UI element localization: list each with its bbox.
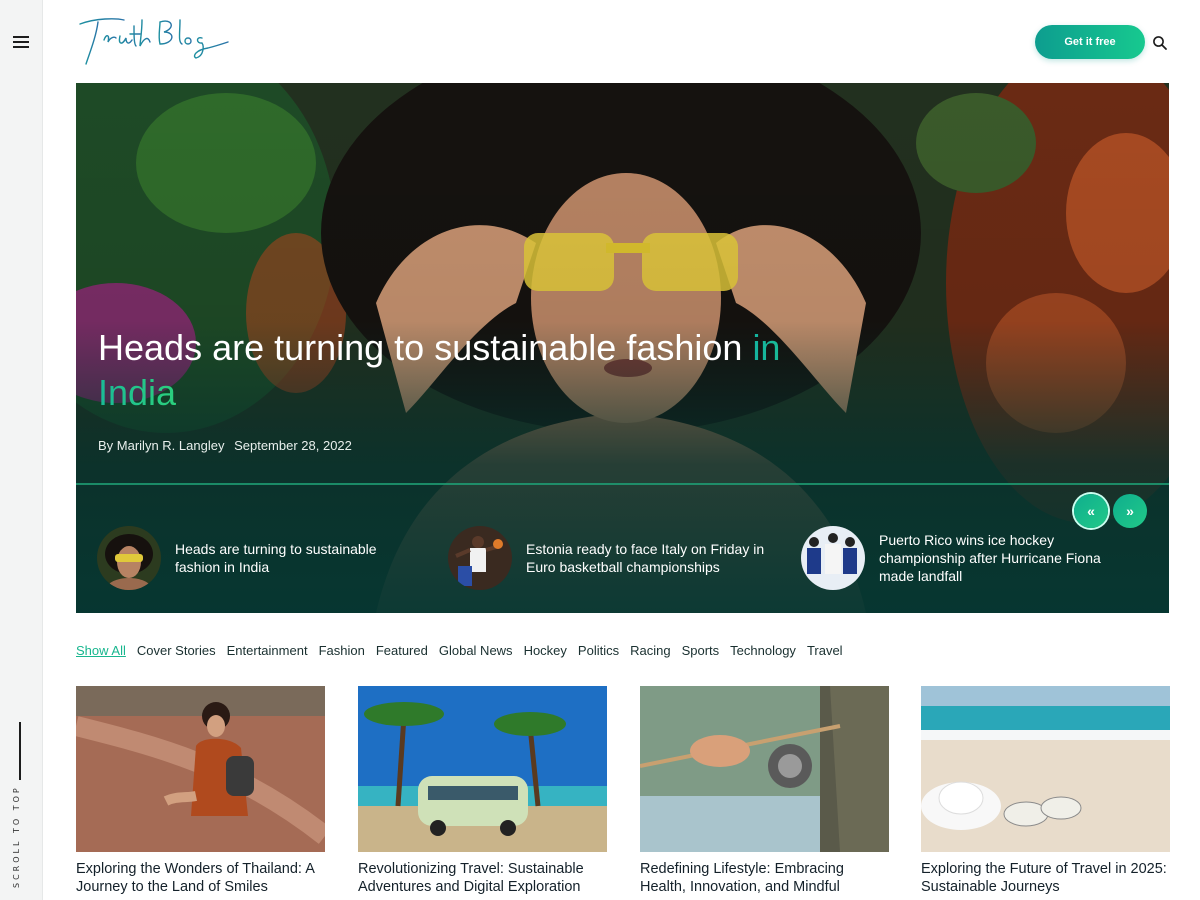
slide-title: Estonia ready to face Italy on Friday in… bbox=[526, 541, 765, 575]
scroll-line bbox=[19, 722, 21, 780]
category-link[interactable]: Racing bbox=[630, 643, 670, 658]
hero-title-main: Heads are turning to sustainable fashion bbox=[98, 327, 743, 368]
slide-title: Heads are turning to sustainable fashion… bbox=[175, 541, 377, 575]
article-image bbox=[921, 686, 1170, 852]
slide-thumbnail bbox=[448, 526, 512, 590]
category-link[interactable]: Global News bbox=[439, 643, 513, 658]
article-image bbox=[76, 686, 325, 852]
double-chevron-right-icon[interactable]: » bbox=[1113, 494, 1147, 528]
article-title[interactable]: Redefining Lifestyle: Embracing Health, … bbox=[640, 860, 889, 896]
category-link[interactable]: Hockey bbox=[524, 643, 567, 658]
slide-item[interactable]: Heads are turning to sustainable fashion… bbox=[97, 526, 405, 590]
article-image bbox=[640, 686, 889, 852]
article-title[interactable]: Exploring the Wonders of Thailand: A Jou… bbox=[76, 860, 325, 896]
hero-date: September 28, 2022 bbox=[234, 438, 352, 453]
slide-item[interactable]: Estonia ready to face Italy on Friday in… bbox=[448, 526, 786, 590]
hero-author[interactable]: By Marilyn R. Langley bbox=[98, 438, 224, 453]
article-card[interactable]: Redefining Lifestyle: Embracing Health, … bbox=[640, 686, 889, 896]
hero-title[interactable]: Heads are turning to sustainable fashion… bbox=[98, 325, 798, 415]
article-card[interactable]: Revolutionizing Travel: Sustainable Adve… bbox=[358, 686, 607, 896]
category-link[interactable]: Politics bbox=[578, 643, 619, 658]
category-link[interactable]: Fashion bbox=[319, 643, 365, 658]
category-link[interactable]: Entertainment bbox=[227, 643, 308, 658]
left-rail: SCROLL TO TOP bbox=[0, 0, 43, 900]
site-logo[interactable] bbox=[76, 12, 236, 72]
scroll-to-top-link[interactable]: SCROLL TO TOP bbox=[12, 785, 21, 888]
article-title[interactable]: Exploring the Future of Travel in 2025: … bbox=[921, 860, 1170, 896]
hero-divider bbox=[76, 483, 1169, 485]
category-filter: Show All Cover Stories Entertainment Fashio… bbox=[76, 643, 854, 658]
slide-thumbnail bbox=[97, 526, 161, 590]
logo-script bbox=[79, 18, 229, 65]
category-link[interactable]: Cover Stories bbox=[137, 643, 216, 658]
get-it-free-button[interactable]: Get it free bbox=[1035, 25, 1145, 59]
article-image bbox=[358, 686, 607, 852]
article-title[interactable]: Revolutionizing Travel: Sustainable Adve… bbox=[358, 860, 607, 896]
search-icon[interactable] bbox=[1152, 35, 1168, 51]
double-chevron-left-icon[interactable]: « bbox=[1074, 494, 1108, 528]
slide-item[interactable]: Puerto Rico wins ice hockey championship… bbox=[801, 526, 1129, 590]
slide-thumbnail bbox=[801, 526, 865, 590]
category-link[interactable]: Show All bbox=[76, 643, 126, 658]
article-card[interactable]: Exploring the Wonders of Thailand: A Jou… bbox=[76, 686, 325, 896]
article-card[interactable]: Exploring the Future of Travel in 2025: … bbox=[921, 686, 1170, 896]
category-link[interactable]: Technology bbox=[730, 643, 796, 658]
hero-slider[interactable]: Heads are turning to sustainable fashion… bbox=[76, 83, 1169, 613]
category-link[interactable]: Featured bbox=[376, 643, 428, 658]
slide-title: Puerto Rico wins ice hockey championship… bbox=[879, 532, 1101, 584]
category-link[interactable]: Sports bbox=[682, 643, 720, 658]
category-link[interactable]: Travel bbox=[807, 643, 843, 658]
hero-meta: By Marilyn R. Langley September 28, 2022 bbox=[98, 438, 358, 453]
hamburger-icon[interactable] bbox=[13, 36, 29, 48]
